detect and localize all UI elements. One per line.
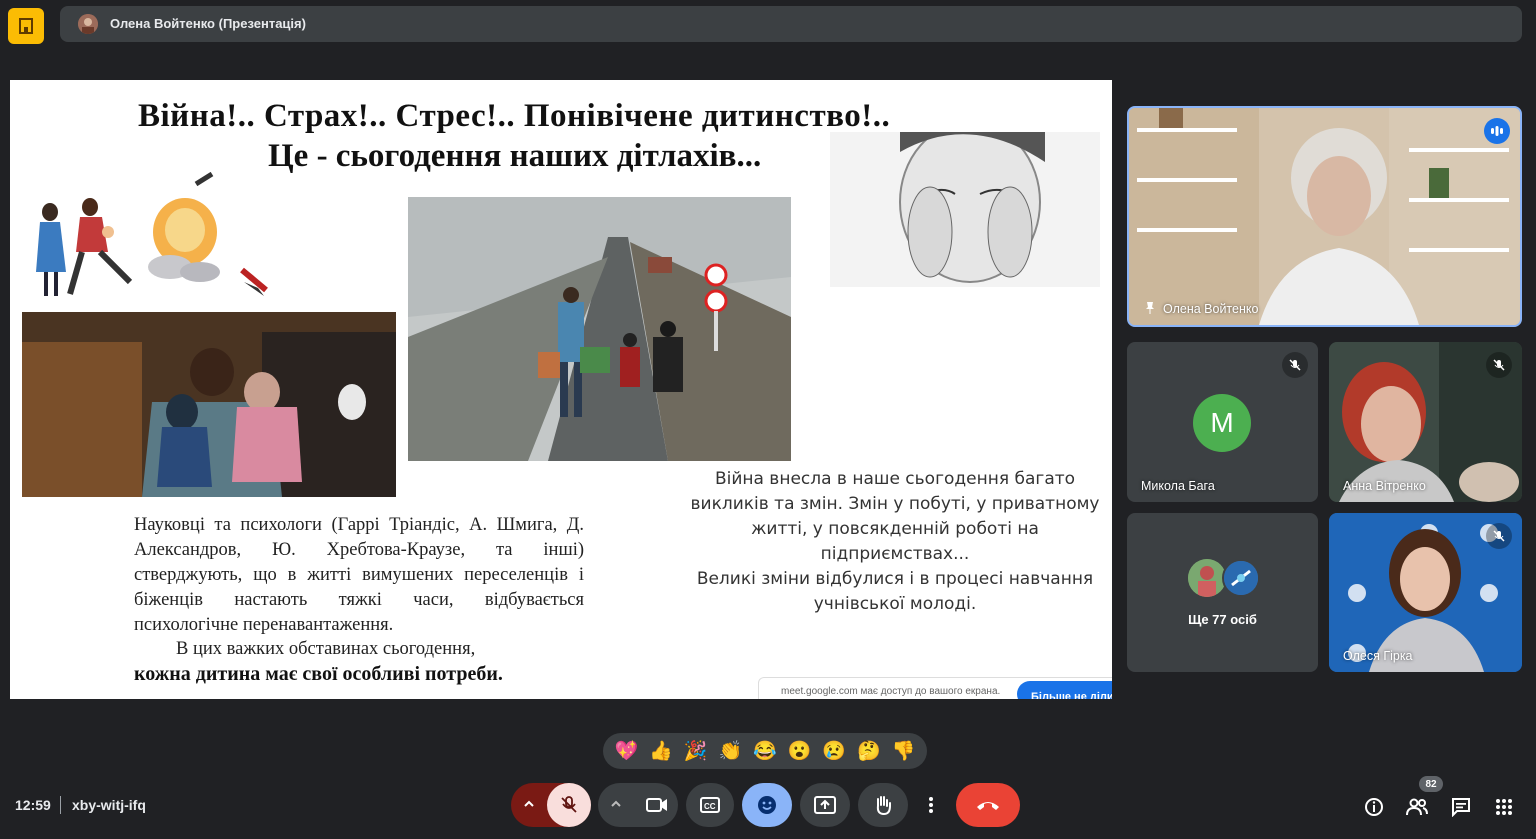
participant-tile-1[interactable]: М Микола Бага — [1127, 342, 1318, 502]
mic-off-icon — [561, 796, 577, 813]
activities-button[interactable] — [1492, 795, 1516, 819]
participant-tile-main[interactable]: Олена Войтенко — [1127, 106, 1522, 327]
presenter-title: Олена Войтенко (Презентація) — [110, 16, 306, 31]
slide-left-center-line: В цих важких обставинах сьогодення, — [176, 639, 476, 659]
participant-name-main-text: Олена Войтенко — [1163, 302, 1259, 316]
reaction-surprised[interactable]: 😮 — [785, 739, 815, 763]
shared-slide: Війна!.. Страх!.. Стрес!.. Понівічене ди… — [10, 80, 1112, 699]
meeting-code: xby-witj-ifq — [72, 797, 146, 813]
mic-off-icon — [1282, 352, 1308, 378]
refugees-road-photo — [408, 197, 791, 461]
slide-left-bold-line: кожна дитина має свої особливі потреби. — [134, 663, 503, 685]
family-fleeing-illustration — [20, 172, 270, 302]
slide-title-line-1: Війна!.. Страх!.. Стрес!.. Понівічене ди… — [138, 98, 891, 134]
home-icon[interactable] — [8, 8, 44, 44]
divider — [60, 796, 61, 814]
reaction-thumbs-down[interactable]: 👎 — [889, 739, 919, 763]
pin-icon — [1146, 302, 1154, 314]
chat-icon — [1452, 798, 1470, 817]
screen-share-notice: meet.google.com має доступ до вашого екр… — [758, 677, 1112, 699]
reaction-thumbs-up[interactable]: 👍 — [646, 739, 676, 763]
people-button[interactable] — [1405, 795, 1429, 819]
video-camera-icon — [646, 798, 667, 812]
reaction-thinking[interactable]: 🤔 — [854, 739, 884, 763]
participant-name-main: Олена Войтенко — [1143, 301, 1258, 316]
meeting-details-button[interactable] — [1362, 795, 1386, 819]
more-vert-icon — [929, 797, 933, 813]
presenter-avatar — [78, 14, 98, 34]
chat-button[interactable] — [1449, 795, 1473, 819]
crying-child-sketch — [830, 132, 1100, 287]
reaction-laugh[interactable]: 😂 — [750, 739, 780, 763]
participant-name-2: Анна Вітренко — [1343, 479, 1426, 493]
send-reaction-button[interactable] — [742, 783, 792, 827]
mic-off-icon — [1486, 352, 1512, 378]
participant-tile-2[interactable]: Анна Вітренко — [1329, 342, 1522, 502]
people-icon — [1406, 798, 1428, 816]
leave-call-button[interactable] — [956, 783, 1020, 827]
slide-right-paragraph-2: Великі зміни відбулися і в процесі навча… — [696, 569, 1094, 614]
stop-sharing-button[interactable]: Більше не діли — [1017, 681, 1112, 699]
captions-button[interactable]: CC — [686, 783, 734, 827]
participant-tile-4[interactable]: Олеся Гірка — [1329, 513, 1522, 672]
mic-options-chevron-icon[interactable] — [523, 797, 535, 815]
slide-left-paragraph: Науковці та психологи (Гаррі Тріандіс, А… — [134, 513, 584, 638]
more-options-button[interactable] — [916, 783, 946, 827]
slide-right-paragraph-1: Війна внесла в наше сьогодення багато ви… — [690, 469, 1100, 564]
clock: 12:59 — [15, 797, 51, 813]
presentation-bar: Олена Войтенко (Презентація) — [60, 6, 1522, 42]
info-icon — [1365, 798, 1383, 816]
reaction-sad[interactable]: 😢 — [819, 739, 849, 763]
apps-grid-icon — [1496, 799, 1512, 815]
end-call-icon — [977, 802, 999, 810]
microphone-control — [511, 783, 591, 827]
reaction-party[interactable]: 🎉 — [681, 739, 711, 763]
participant-name-4: Олеся Гірка — [1343, 649, 1413, 663]
participant-count-badge: 82 — [1419, 776, 1443, 792]
slide-right-text: Війна внесла в наше сьогодення багато ви… — [690, 467, 1100, 617]
present-screen-button[interactable] — [800, 783, 850, 827]
refugees-train-photo — [22, 312, 396, 497]
participant-name-1: Микола Бага — [1141, 479, 1215, 493]
reaction-heart[interactable]: 💖 — [611, 739, 641, 763]
slide-left-paragraph-text: Науковці та психологи (Гаррі Тріандіс, А… — [134, 515, 584, 635]
camera-toggle-button[interactable] — [636, 783, 678, 827]
screen-share-notice-text: meet.google.com має доступ до вашого екр… — [781, 686, 1001, 697]
camera-options-chevron-icon[interactable] — [610, 797, 622, 815]
reactions-bar: 💖 👍 🎉 👏 😂 😮 😢 🤔 👎 — [603, 733, 927, 769]
captions-icon: CC — [700, 797, 720, 813]
avatar — [1188, 559, 1226, 597]
top-bar: Олена Войтенко (Презентація) — [8, 6, 1522, 44]
main-video-frame — [1129, 108, 1520, 325]
svg-text:CC: CC — [704, 802, 716, 811]
camera-control — [598, 783, 678, 827]
present-icon — [814, 796, 836, 814]
slide-title-line-2: Це - сьогодення наших дітлахів... — [268, 138, 762, 174]
more-participants-tile[interactable]: Ще 77 осіб — [1127, 513, 1318, 672]
avatar: М — [1193, 394, 1251, 452]
raise-hand-button[interactable] — [858, 783, 908, 827]
speaking-indicator-icon — [1484, 118, 1510, 144]
mic-off-icon — [1486, 523, 1512, 549]
emoji-icon — [758, 796, 776, 814]
hand-icon — [876, 796, 891, 816]
reaction-clap[interactable]: 👏 — [715, 739, 745, 763]
more-participants-label: Ще 77 осіб — [1188, 612, 1257, 627]
mic-toggle-button[interactable] — [547, 783, 591, 827]
avatar — [1222, 559, 1260, 597]
